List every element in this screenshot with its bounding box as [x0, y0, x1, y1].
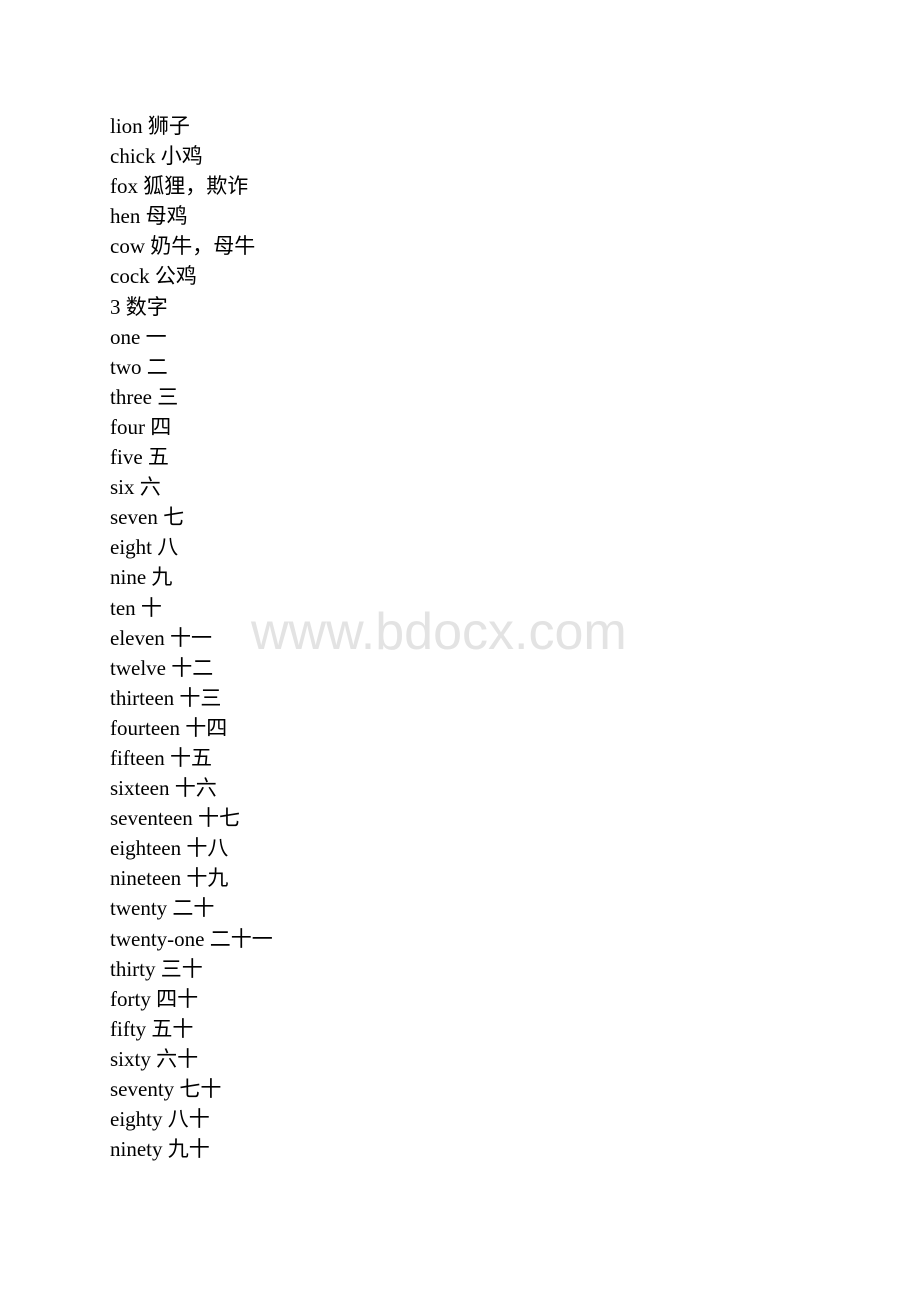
watermark: www.bdocx.com [251, 603, 627, 661]
vocab-line: fifteen 十五 [110, 745, 213, 770]
vocab-line: cow 奶牛，母牛 [110, 234, 256, 259]
vocab-line: thirty 三十 [110, 956, 203, 981]
vocab-line: chick 小鸡 [110, 144, 203, 169]
vocab-line: twelve 十二 [110, 655, 214, 680]
vocab-line: eleven 十一 [110, 625, 213, 650]
vocab-line: seven 七 [110, 505, 185, 530]
section-heading: 3 数字 [110, 294, 168, 319]
vocab-line: two 二 [110, 354, 168, 379]
vocab-line: thirteen 十三 [110, 685, 222, 710]
vocab-line: three 三 [110, 384, 179, 409]
vocab-line: twenty-one 二十一 [110, 926, 273, 951]
vocab-line: six 六 [110, 475, 161, 500]
vocab-line: nine 九 [110, 565, 173, 590]
vocab-line: seventy 七十 [110, 1077, 222, 1101]
vocab-line: fox 狐狸，欺诈 [110, 174, 249, 199]
vocab-line: sixteen 十六 [110, 776, 217, 801]
vocab-line: four 四 [110, 414, 172, 439]
vocab-line: five 五 [110, 445, 169, 470]
vocab-line: lion 狮子 [110, 114, 190, 138]
vocab-line: fourteen 十四 [110, 715, 228, 740]
vocab-line: ninety 九十 [110, 1137, 210, 1162]
vocab-line: twenty 二十 [110, 896, 215, 921]
vocab-line: eighteen 十八 [110, 836, 229, 861]
vocab-line: seventeen 十七 [110, 806, 241, 831]
vocab-line: ten 十 [110, 595, 162, 620]
vocab-line: one 一 [110, 324, 167, 349]
document-body: lion 狮子 chick 小鸡 fox 狐狸，欺诈 hen 母鸡 cow 奶牛… [110, 111, 273, 1164]
vocab-line: eighty 八十 [110, 1107, 210, 1132]
vocab-line: eight 八 [110, 535, 179, 560]
vocab-line: fifty 五十 [110, 1016, 194, 1041]
vocab-line: forty 四十 [110, 986, 199, 1011]
vocab-line: nineteen 十九 [110, 866, 229, 891]
vocab-line: hen 母鸡 [110, 204, 188, 229]
vocab-line: sixty 六十 [110, 1046, 199, 1071]
vocab-line: cock 公鸡 [110, 264, 197, 289]
